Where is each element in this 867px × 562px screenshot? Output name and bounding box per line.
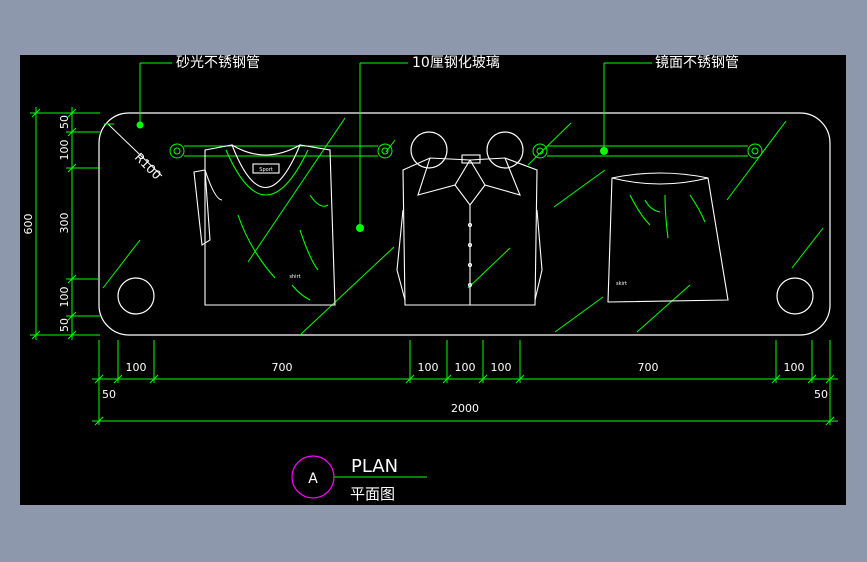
dim-h-left-50: 50 (102, 388, 116, 401)
dim-h-6: 700 (638, 361, 659, 374)
skirt-tag-text: skirt (616, 281, 627, 287)
dim-h-right-50: 50 (814, 388, 828, 401)
dim-h-4: 100 (455, 361, 476, 374)
dim-vertical-seg-5: 50 (58, 318, 71, 332)
dim-vertical-seg-4: 100 (58, 287, 71, 308)
view-marker-letter: A (308, 471, 318, 487)
dim-vertical-total: 600 (22, 214, 35, 235)
cad-viewport: Sport shirt skirt 砂光不锈钢管 10厘钢化玻璃 镜面不锈钢管 … (20, 54, 846, 505)
view-subtitle: 平面图 (350, 485, 395, 503)
tshirt-neck-tag-text: Sport (259, 167, 272, 173)
dim-vertical-seg-3: 300 (58, 213, 71, 234)
tshirt-body-text: shirt (289, 274, 300, 280)
dim-h-total: 2000 (451, 402, 479, 415)
dim-h-5: 100 (491, 361, 512, 374)
callout-left-label: 砂光不锈钢管 (176, 55, 260, 71)
dim-h-7: 100 (784, 361, 805, 374)
dim-h-3: 100 (418, 361, 439, 374)
dim-vertical-seg-1: 50 (58, 115, 71, 129)
view-title: PLAN (351, 456, 398, 477)
callout-right-label: 镜面不锈钢管 (655, 55, 739, 71)
dim-vertical-seg-2: 100 (58, 140, 71, 161)
callout-middle-label: 10厘钢化玻璃 (412, 54, 500, 71)
dim-h-2: 700 (272, 361, 293, 374)
dim-h-1: 100 (126, 361, 147, 374)
